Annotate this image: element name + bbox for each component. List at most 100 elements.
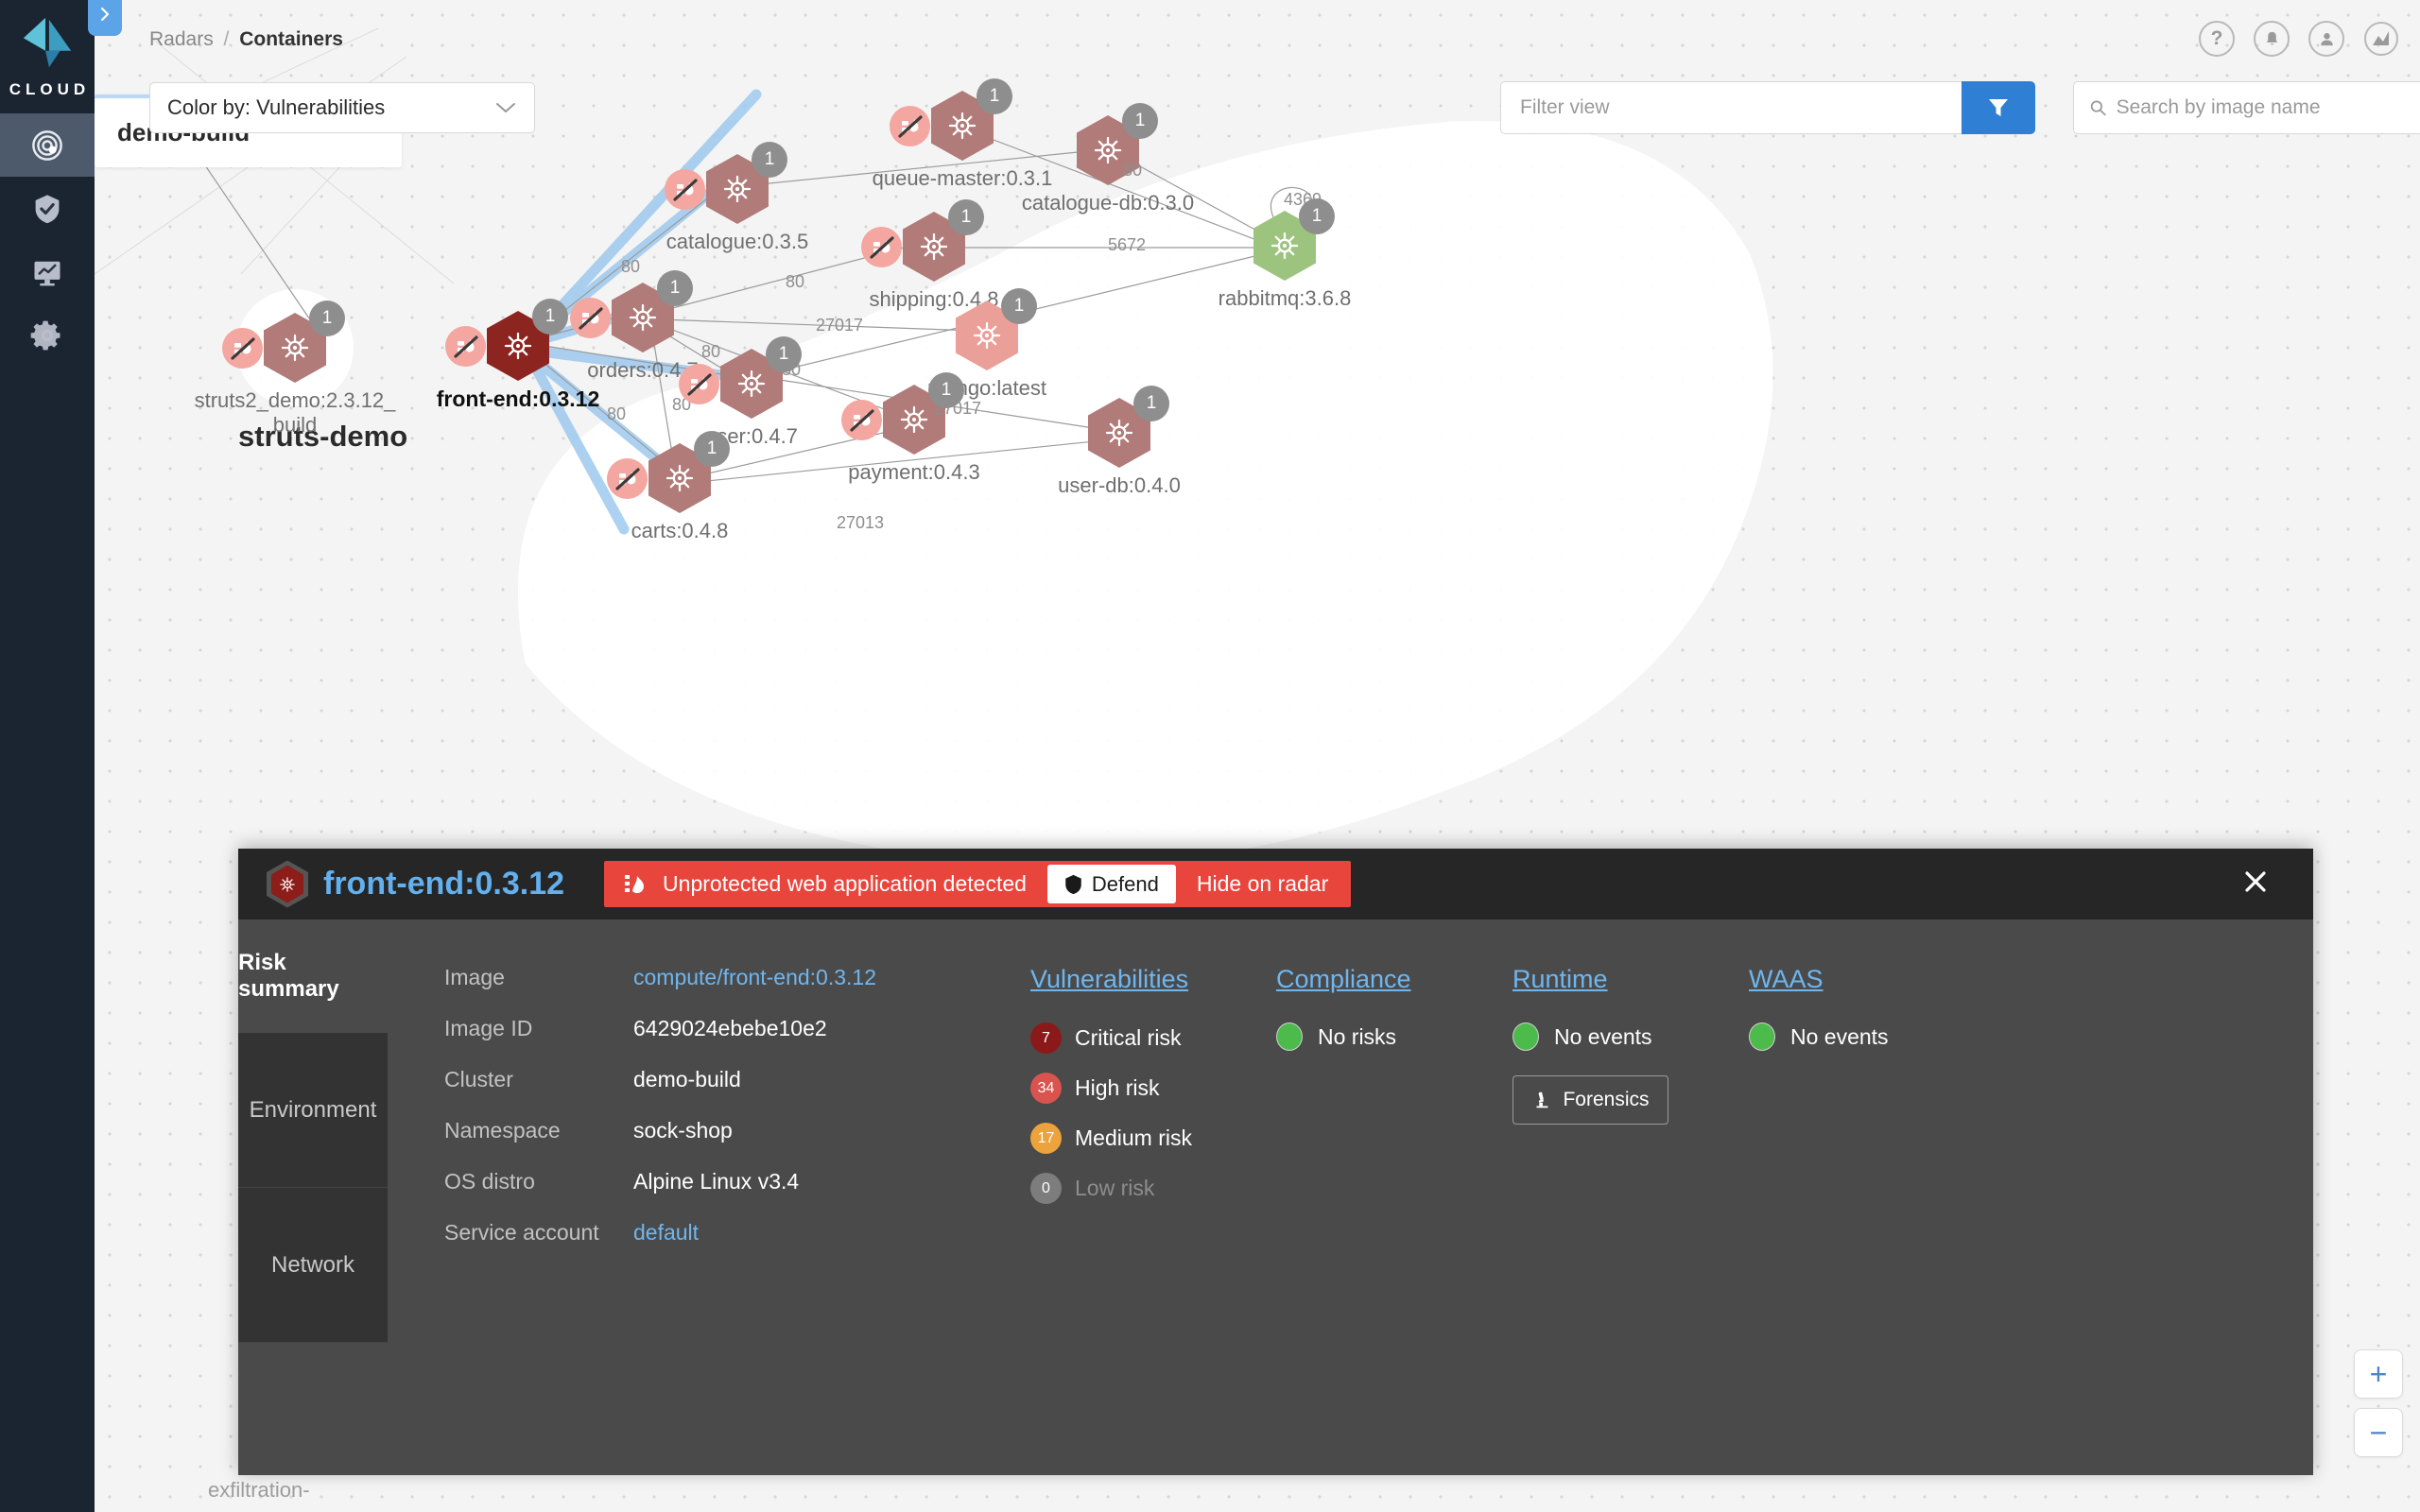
no-firewall-icon (614, 467, 640, 490)
metadata-key: Image ID (444, 1016, 533, 1040)
graph-node-userdb[interactable]: 1 user-db:0.4.0 (1058, 386, 1181, 497)
no-firewall-badge (222, 328, 263, 369)
node-hex-wrap: 1 (1247, 198, 1335, 288)
node-badge-count: 1 (948, 199, 984, 235)
graph-node-label-line: build (272, 413, 318, 437)
metadata-value: sock-shop (633, 1118, 733, 1143)
user-icon[interactable] (2308, 21, 2344, 57)
risk-column-heading[interactable]: Compliance (1276, 965, 1411, 994)
zoom-in-button[interactable]: + (2354, 1349, 2403, 1399)
sidebar-item-radars[interactable] (0, 113, 95, 177)
forensics-button[interactable]: Forensics (1512, 1075, 1668, 1125)
no-firewall-badge (665, 169, 705, 210)
graph-node-label-line: struts2_demo:2.3.12_ (194, 388, 396, 412)
node-hex-wrap: 1 (949, 288, 1037, 378)
graph-node-label: carts:0.4.8 (631, 519, 729, 543)
status-dot (1276, 1022, 1303, 1051)
sidebar-item-monitor[interactable] (0, 240, 95, 303)
zoom-out-button[interactable]: − (2354, 1408, 2403, 1457)
no-firewall-icon (686, 372, 712, 396)
panel-tab-list: Risk summary Environment Network (238, 919, 388, 1475)
status-dot (1749, 1022, 1775, 1051)
color-by-label: Color by: Vulnerabilities (167, 95, 386, 119)
metadata-row: Image compute/front-end:0.3.12 (444, 965, 1030, 990)
status-label: No events (1554, 1023, 1652, 1049)
hide-on-radar-link[interactable]: Hide on radar (1197, 871, 1328, 897)
graph-node-mongo[interactable]: 1 mongo:latest (927, 288, 1046, 400)
edge-port-label: 80 (607, 404, 627, 423)
no-firewall-badge (841, 400, 882, 440)
no-firewall-icon (230, 336, 255, 360)
metadata-value[interactable]: default (633, 1220, 699, 1246)
status-label: No risks (1318, 1023, 1397, 1049)
panel-tab-risk-summary[interactable]: Risk summary (238, 919, 388, 1033)
filter-view-group (1500, 81, 2035, 134)
risk-column-heading[interactable]: WAAS (1749, 965, 1824, 994)
graph-node-label-line: catalogue-db:0.3.0 (1021, 191, 1195, 215)
graph-node-frontend[interactable]: 1 front-end:0.3.12 (437, 297, 599, 411)
panel-content: Image compute/front-end:0.3.12 Image ID 6… (388, 919, 2313, 1475)
defend-button[interactable]: Defend (1046, 865, 1176, 903)
monitor-chart-icon (34, 261, 60, 285)
node-hex-wrap: 1 (861, 199, 984, 289)
no-firewall-badge (679, 364, 719, 404)
metadata-value[interactable]: compute/front-end:0.3.12 (633, 965, 876, 990)
panel-tab-network[interactable]: Network (238, 1188, 388, 1343)
no-firewall-icon (869, 235, 894, 259)
chart-glyph (2364, 22, 2398, 56)
help-icon[interactable]: ? (2199, 21, 2235, 57)
node-badge-count: 1 (694, 431, 730, 467)
graph-node-label-line: queue-master:0.3.1 (872, 166, 1053, 190)
metadata-key: OS distro (444, 1169, 535, 1194)
graph-node-catalogue[interactable]: 1 catalogue:0.3.5 (665, 142, 808, 253)
graph-node-shipping[interactable]: 1 shipping:0.4.8 (861, 199, 999, 311)
graph-node-struts2[interactable]: 1 struts2_demo:2.3.12_ build (195, 301, 395, 437)
node-hex-wrap: 1 (445, 297, 568, 395)
metadata-row: Image ID 6429024ebebe10e2 (444, 1016, 1030, 1041)
graph-node-queuemaster[interactable]: 1 queue-master:0.3.1 (873, 78, 1052, 190)
kubernetes-hex-icon (271, 865, 303, 903)
sidebar-toggle-button[interactable] (88, 0, 122, 36)
search-image-input[interactable] (2116, 96, 2420, 119)
breadcrumb-separator: / (223, 28, 230, 50)
panel-tab-environment[interactable]: Environment (238, 1033, 388, 1188)
helm-glyph (1094, 136, 1122, 164)
severity-count-badge: 17 (1030, 1123, 1062, 1154)
graph-node-rabbitmq[interactable]: 1 rabbitmq:3.6.8 (1219, 198, 1351, 310)
bell-icon[interactable] (2254, 21, 2290, 57)
microscope-icon (1536, 1091, 1548, 1108)
chart-icon[interactable] (2363, 21, 2399, 57)
helm-glyph (666, 464, 694, 492)
close-icon[interactable] (2241, 868, 2270, 902)
risk-column-heading[interactable]: Vulnerabilities (1030, 965, 1188, 994)
sidebar-item-defend[interactable] (0, 177, 95, 240)
header-icon-group: ? (2199, 21, 2399, 57)
graph-node-label: front-end:0.3.12 (437, 387, 600, 412)
metadata-key: Cluster (444, 1067, 513, 1091)
risk-column-heading[interactable]: Runtime (1512, 965, 1608, 994)
graph-node-label: user-db:0.4.0 (1058, 473, 1181, 498)
graph-node-payment[interactable]: 1 payment:0.4.3 (841, 372, 980, 484)
no-firewall-icon (672, 178, 698, 201)
alert-banner: Unprotected web application detected Def… (604, 861, 1352, 907)
filter-view-input[interactable] (1500, 81, 1962, 134)
graph-node-orders[interactable]: 1 orders:0.4.7 (570, 270, 699, 382)
detail-panel: front-end:0.3.12 Unprotected web applica… (238, 849, 2313, 1475)
helm-glyph (281, 334, 309, 362)
node-hex-wrap: 1 (607, 431, 730, 521)
sidebar: CLOUD (0, 0, 95, 1512)
metadata-value: demo-build (633, 1067, 741, 1091)
status-row: No risks (1276, 1022, 1512, 1051)
radar-icon (32, 129, 62, 161)
graph-node-carts[interactable]: 1 carts:0.4.8 (607, 431, 730, 542)
bottom-partial-label: exfiltration- (208, 1478, 310, 1502)
graph-node-user[interactable]: 1 user:0.4.7 (679, 336, 802, 448)
helm-glyph (737, 369, 766, 398)
filter-apply-button[interactable] (1962, 81, 2035, 134)
no-firewall-badge (570, 298, 611, 338)
breadcrumb-root[interactable]: Radars (149, 28, 214, 50)
metadata-key: Service account (444, 1220, 599, 1245)
sidebar-item-manage[interactable] (0, 303, 95, 367)
color-by-dropdown[interactable]: Color by: Vulnerabilities (149, 82, 535, 133)
chevron-down-icon (496, 103, 515, 112)
